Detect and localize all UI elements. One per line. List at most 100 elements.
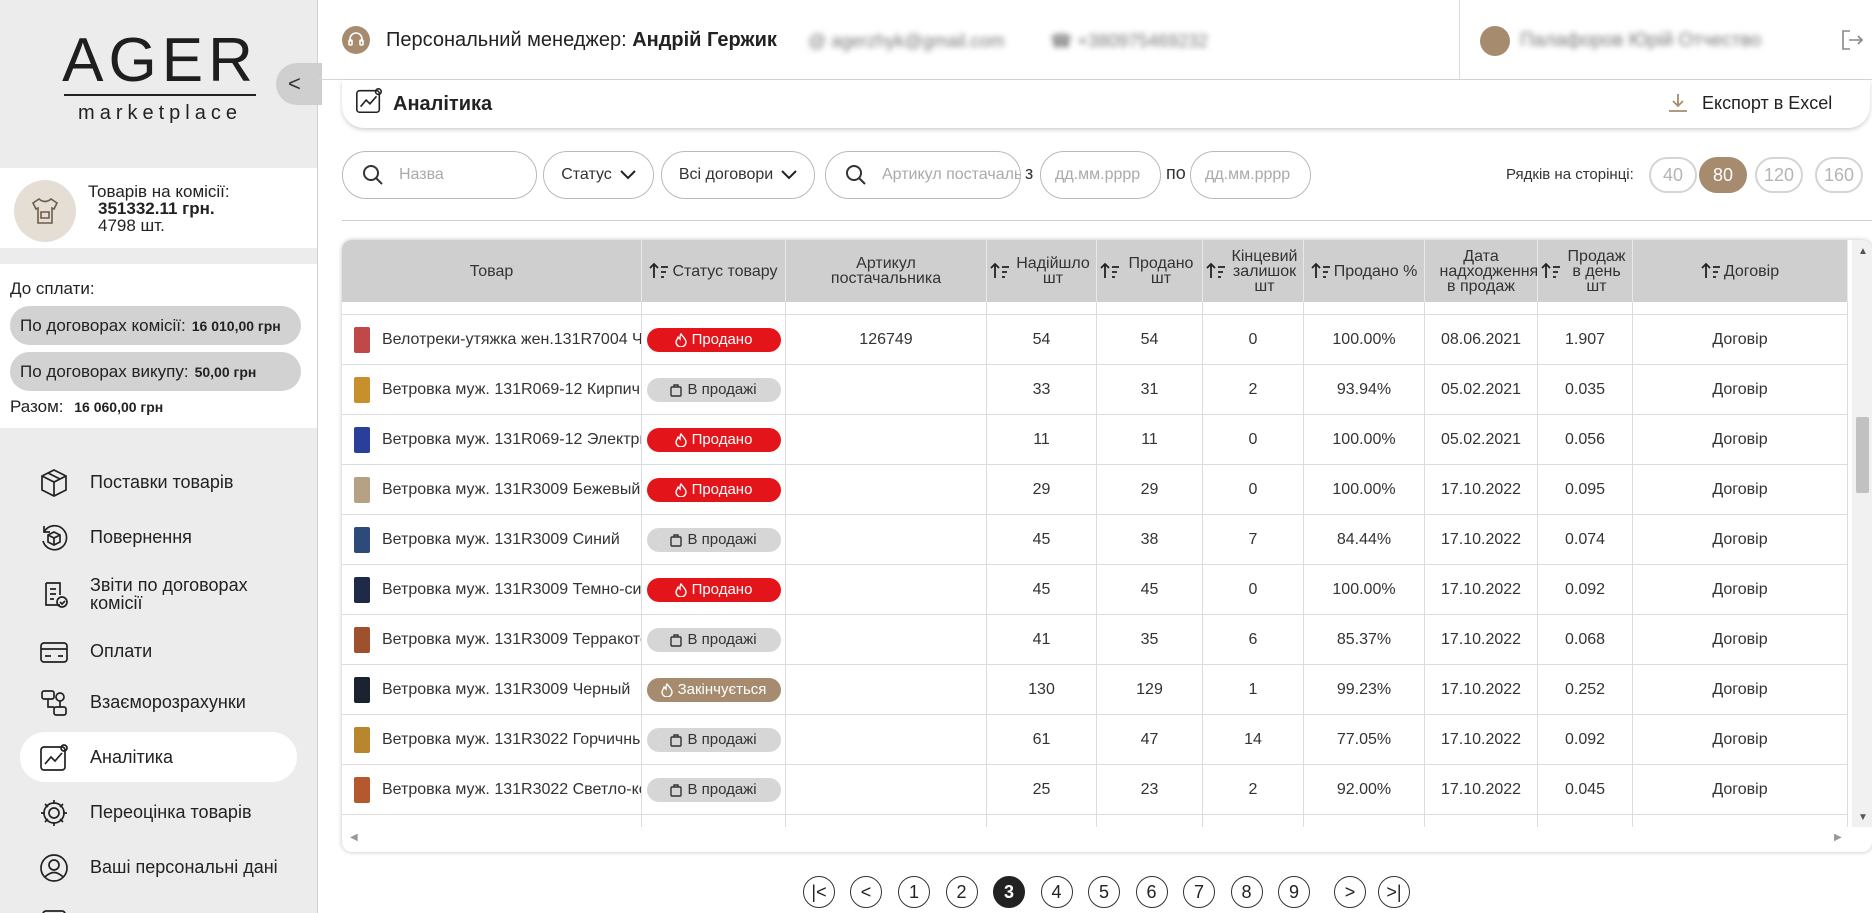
scroll-down-icon[interactable]: ▼ bbox=[1858, 812, 1868, 823]
table-row[interactable]: Ветровка муж. 131R3009 Синий В продажі 45 3… bbox=[342, 515, 1848, 565]
prev-page-button[interactable]: < bbox=[850, 876, 882, 908]
column-header[interactable]: Продаж в день шт bbox=[1538, 240, 1633, 302]
product-name[interactable]: Ветровка муж. 131R069-12 Кирпичный bbox=[382, 381, 641, 399]
scrollbar-thumb[interactable] bbox=[1856, 417, 1869, 493]
table-row[interactable]: Ветровка муж. 131R3009 Терракотовый В про… bbox=[342, 615, 1848, 665]
product-name[interactable]: Ветровка муж. 131R3022 Светло-коричневый bbox=[382, 781, 641, 799]
horizontal-scrollbar[interactable]: ◀ ▶ bbox=[342, 830, 1848, 848]
sidebar-item-more[interactable] bbox=[20, 897, 297, 913]
sidebar-item-settlements[interactable]: Взаєморозрахунки bbox=[20, 677, 297, 727]
table-cell bbox=[342, 302, 642, 314]
rows-option-80[interactable]: 80 bbox=[1699, 157, 1747, 193]
page-button-8[interactable]: 8 bbox=[1230, 876, 1263, 908]
sidebar-collapse-button[interactable]: < bbox=[276, 63, 322, 105]
table-row[interactable]: Ветровка муж. 131R3022 Светло-коричневый… bbox=[342, 765, 1848, 815]
date-to-field[interactable] bbox=[1190, 151, 1311, 199]
contract-cell[interactable]: Договір bbox=[1633, 365, 1848, 414]
rows-option-120[interactable]: 120 bbox=[1755, 157, 1803, 193]
page-button-4[interactable]: 4 bbox=[1040, 876, 1073, 908]
scroll-up-icon[interactable]: ▲ bbox=[1858, 246, 1868, 257]
sort-icon[interactable] bbox=[649, 262, 669, 280]
payment-commission-pill[interactable]: По договорах комісії: 16 010,00 грн bbox=[10, 306, 301, 345]
last-page-button[interactable]: >| bbox=[1378, 876, 1410, 908]
user-name[interactable]: Палафоров Юрій Отчество bbox=[1520, 30, 1761, 52]
sidebar-item-deliveries[interactable]: Поставки товарів bbox=[20, 457, 297, 507]
scroll-right-icon[interactable]: ▶ bbox=[1834, 832, 1842, 843]
product-name[interactable]: Ветровка муж. 131R3009 Синий bbox=[382, 531, 620, 549]
avatar[interactable] bbox=[1480, 26, 1510, 56]
payment-buyout-pill[interactable]: По договорах викупу: 50,00 грн bbox=[10, 352, 301, 391]
sidebar-item-analytics[interactable]: Аналітика bbox=[20, 732, 297, 782]
page-button-2[interactable]: 2 bbox=[945, 876, 978, 908]
table-row[interactable]: Ветровка муж. 131R3009 Темно-синий Продан… bbox=[342, 565, 1848, 615]
sidebar-item-returns[interactable]: Повернення bbox=[20, 512, 297, 562]
rows-option-160[interactable]: 160 bbox=[1815, 157, 1863, 193]
page-button-7[interactable]: 7 bbox=[1183, 876, 1215, 908]
column-header[interactable]: Продано шт bbox=[1097, 240, 1203, 302]
column-header[interactable]: Продано % bbox=[1304, 240, 1425, 302]
sort-icon[interactable] bbox=[1206, 262, 1226, 280]
table-row[interactable]: Ветровка муж. 131R3022 Горчичный В продаж… bbox=[342, 715, 1848, 765]
contract-cell[interactable]: Договір bbox=[1633, 615, 1848, 664]
sort-icon[interactable] bbox=[1701, 262, 1721, 280]
sidebar-item-revaluation[interactable]: Переоцінка товарів bbox=[20, 787, 297, 837]
sidebar-item-reports[interactable]: Звіти по договорах комісії bbox=[20, 569, 297, 619]
contract-cell[interactable]: Договір bbox=[1633, 665, 1848, 714]
date-from-input[interactable] bbox=[1055, 166, 1160, 184]
product-name[interactable]: Ветровка муж. 131R3009 Темно-синий bbox=[382, 581, 641, 599]
product-name[interactable]: Ветровка муж. 131R3009 Бежевый bbox=[382, 481, 640, 499]
date-from-field[interactable] bbox=[1040, 151, 1161, 199]
contract-cell[interactable]: Договір bbox=[1633, 565, 1848, 614]
column-header[interactable]: Надійшло шт bbox=[987, 240, 1097, 302]
contract-cell[interactable]: Договір bbox=[1633, 415, 1848, 464]
column-header[interactable]: Кінцевий залишок шт bbox=[1203, 240, 1304, 302]
table-body[interactable]: Велотреки-утяжка жен.131R7004 Черный Прод… bbox=[342, 302, 1848, 827]
sort-icon[interactable] bbox=[1541, 262, 1561, 280]
page-button-3[interactable]: 3 bbox=[993, 876, 1025, 908]
manager-email[interactable]: @ agerzhyk@gmail.com bbox=[808, 31, 1005, 52]
page-button-5[interactable]: 5 bbox=[1088, 876, 1120, 908]
product-name[interactable]: Ветровка муж. 131R3009 Терракотовый bbox=[382, 631, 641, 649]
article-search-input[interactable] bbox=[882, 166, 1020, 184]
product-name[interactable]: Велотреки-утяжка жен.131R7004 Черный bbox=[382, 331, 641, 349]
vertical-scrollbar[interactable]: ▲ ▼ bbox=[1852, 240, 1872, 827]
contract-cell[interactable]: Договір bbox=[1633, 315, 1848, 364]
table-row[interactable]: Велотреки-утяжка жен.131R7004 Черный Прод… bbox=[342, 315, 1848, 365]
next-page-button[interactable]: > bbox=[1334, 876, 1366, 908]
contract-cell[interactable]: Договір bbox=[1633, 515, 1848, 564]
first-page-button[interactable]: |< bbox=[803, 876, 835, 908]
contract-cell[interactable]: Договір bbox=[1633, 715, 1848, 764]
page-button-1[interactable]: 1 bbox=[898, 876, 930, 908]
sidebar-item-label: Поставки товарів bbox=[90, 472, 234, 492]
logout-icon[interactable] bbox=[1838, 26, 1866, 54]
page-button-6[interactable]: 6 bbox=[1135, 876, 1168, 908]
sidebar-item-payments[interactable]: Оплати bbox=[20, 626, 297, 676]
column-header[interactable]: Договір bbox=[1633, 240, 1848, 302]
article-search-field[interactable] bbox=[825, 151, 1021, 199]
table-row[interactable]: Ветровка муж. 131R3009 Бежевый Продано 29 2… bbox=[342, 465, 1848, 515]
export-excel-button[interactable]: Експорт в Excel bbox=[1666, 90, 1832, 116]
product-name[interactable]: Ветровка муж. 131R3022 Горчичный bbox=[382, 731, 641, 749]
sidebar-item-personal-data[interactable]: Ваші персональні дані bbox=[20, 842, 297, 892]
scroll-left-icon[interactable]: ◀ bbox=[350, 832, 358, 843]
contract-cell[interactable]: Договір bbox=[1633, 765, 1848, 814]
product-name[interactable]: Ветровка муж. 131R3009 Черный bbox=[382, 681, 630, 699]
contracts-dropdown[interactable]: Всі договори bbox=[661, 151, 815, 199]
name-search-field[interactable] bbox=[342, 151, 537, 199]
table-row[interactable]: Ветровка муж. 131R069-12 Электрик Продано… bbox=[342, 415, 1848, 465]
date-to-input[interactable] bbox=[1205, 166, 1310, 184]
sort-icon[interactable] bbox=[1100, 262, 1120, 280]
logo[interactable]: AGER marketplace bbox=[62, 30, 258, 125]
page-button-9[interactable]: 9 bbox=[1278, 876, 1310, 908]
status-dropdown[interactable]: Статус bbox=[543, 151, 654, 199]
contract-cell[interactable]: Договір bbox=[1633, 465, 1848, 514]
rows-option-40[interactable]: 40 bbox=[1649, 157, 1697, 193]
sort-icon[interactable] bbox=[990, 262, 1010, 280]
product-name[interactable]: Ветровка муж. 131R069-12 Электрик bbox=[382, 431, 641, 449]
column-header[interactable]: Статус товару bbox=[642, 240, 786, 302]
sort-icon[interactable] bbox=[1311, 262, 1331, 280]
table-row[interactable]: Ветровка муж. 131R3009 Черный Закінчуєтьс… bbox=[342, 665, 1848, 715]
table-row[interactable]: Ветровка муж. 131R069-12 Кирпичный В прод… bbox=[342, 365, 1848, 415]
manager-phone[interactable]: ☎ +380975469232 bbox=[1050, 31, 1208, 52]
name-search-input[interactable] bbox=[399, 166, 536, 184]
